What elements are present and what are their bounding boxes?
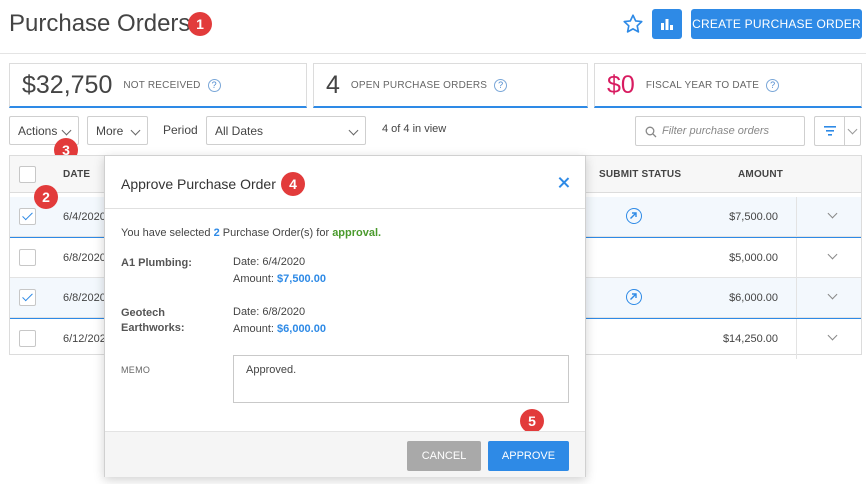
row-checkbox[interactable] — [19, 330, 36, 347]
row-date: 6/8/2020 — [63, 292, 106, 304]
chevron-down-icon[interactable] — [827, 330, 838, 341]
column-divider — [796, 319, 797, 359]
bar-chart-icon — [661, 19, 673, 30]
message-middle: Purchase Order(s) for — [222, 227, 330, 239]
view-count: 4 of 4 in view — [382, 123, 447, 135]
search-icon — [645, 126, 657, 138]
memo-label: MEMO — [121, 365, 151, 375]
more-dropdown[interactable]: More — [87, 116, 148, 145]
vendor-name: A1 Plumbing: — [121, 257, 192, 269]
message-action: approval. — [332, 227, 382, 239]
page-title: Purchase Orders — [9, 10, 191, 37]
row-amount: $7,500.00 — [729, 211, 778, 223]
help-icon[interactable]: ? — [207, 78, 221, 92]
row-date: 6/8/2020 — [63, 252, 106, 264]
filter-lines-icon — [823, 126, 836, 136]
chevron-down-icon[interactable] — [827, 208, 838, 219]
selection-message: You have selected 2 Purchase Order(s) fo… — [121, 227, 381, 239]
chevron-down-icon[interactable] — [827, 249, 838, 260]
close-icon[interactable] — [558, 177, 570, 189]
chevron-down-icon — [61, 125, 72, 136]
column-date[interactable]: DATE — [63, 169, 90, 180]
row-amount: $5,000.00 — [729, 252, 778, 264]
column-divider — [796, 278, 797, 317]
message-prefix: You have selected — [121, 227, 211, 239]
actions-label: Actions — [18, 123, 58, 138]
column-amount[interactable]: AMOUNT — [738, 169, 783, 180]
row-checkbox[interactable] — [19, 289, 36, 306]
chevron-down-icon — [847, 124, 858, 135]
chevron-down-icon — [348, 125, 359, 136]
stat-label: NOT RECEIVED — [123, 79, 201, 91]
period-value: All Dates — [215, 123, 264, 138]
column-divider — [796, 197, 797, 236]
help-icon[interactable]: ? — [494, 78, 508, 92]
annotation-badge-1: 1 — [188, 12, 212, 36]
po-date: Date: 6/4/2020 — [233, 256, 306, 268]
column-divider — [796, 238, 797, 277]
row-amount: $6,000.00 — [729, 292, 778, 304]
create-purchase-order-button[interactable]: CREATE PURCHASE ORDER — [691, 9, 862, 39]
po-date: Date: 6/8/2020 — [233, 306, 306, 318]
amount-value: $7,500.00 — [277, 273, 326, 285]
amount-label: Amount: — [233, 273, 274, 285]
stat-open-purchase-orders: 4 OPEN PURCHASE ORDERS ? — [313, 63, 588, 108]
stat-not-received: $32,750 NOT RECEIVED ? — [9, 63, 307, 108]
filter-input[interactable]: Filter purchase orders — [635, 116, 805, 146]
reports-chart-button[interactable] — [652, 9, 682, 39]
help-icon[interactable]: ? — [766, 78, 780, 92]
annotation-badge-4: 4 — [281, 172, 305, 196]
stat-value: $0 — [607, 70, 635, 99]
arrow-circle-icon[interactable] — [626, 289, 642, 305]
more-label: More — [96, 123, 124, 138]
period-label: Period — [163, 123, 198, 137]
dialog-title: Approve Purchase Order — [121, 176, 276, 192]
amount-label: Amount: — [233, 323, 274, 335]
filter-placeholder: Filter purchase orders — [662, 125, 769, 137]
filter-options-caret[interactable] — [844, 116, 861, 146]
chevron-down-icon — [130, 125, 141, 136]
vendor-name: Geotech Earthworks: — [121, 307, 185, 334]
row-date: 6/4/2020 — [63, 211, 106, 223]
favorite-star-icon[interactable] — [621, 12, 645, 36]
approve-button[interactable]: APPROVE — [488, 441, 569, 471]
dialog-footer: CANCEL APPROVE — [105, 431, 585, 477]
row-amount: $14,250.00 — [722, 333, 778, 345]
row-checkbox[interactable] — [19, 208, 36, 225]
arrow-circle-icon[interactable] — [626, 208, 642, 224]
chevron-down-icon[interactable] — [827, 289, 838, 300]
period-select[interactable]: All Dates — [206, 116, 366, 145]
memo-textarea[interactable]: Approved. — [233, 355, 569, 403]
stat-label: FISCAL YEAR TO DATE — [645, 79, 760, 91]
column-submit-status[interactable]: SUBMIT STATUS — [599, 169, 681, 180]
header-divider — [0, 53, 866, 54]
po-amount: Amount: $6,000.00 — [233, 323, 326, 335]
stat-value: 4 — [326, 70, 340, 99]
stat-value: $32,750 — [22, 70, 113, 99]
cancel-button[interactable]: CANCEL — [407, 441, 481, 471]
approve-purchase-order-dialog: Approve Purchase Order 4 You have select… — [104, 155, 586, 477]
stat-fiscal-year-to-date: $0 FISCAL YEAR TO DATE ? — [594, 63, 862, 108]
annotation-badge-5: 5 — [520, 409, 544, 433]
selected-count: 2 — [213, 227, 220, 239]
dialog-header: Approve Purchase Order — [105, 156, 585, 209]
row-checkbox[interactable] — [19, 249, 36, 266]
filter-button[interactable] — [814, 116, 844, 146]
stat-label: OPEN PURCHASE ORDERS — [350, 79, 488, 91]
amount-value: $6,000.00 — [277, 323, 326, 335]
po-amount: Amount: $7,500.00 — [233, 273, 326, 285]
select-all-checkbox[interactable] — [19, 166, 36, 183]
annotation-badge-2: 2 — [34, 185, 58, 209]
